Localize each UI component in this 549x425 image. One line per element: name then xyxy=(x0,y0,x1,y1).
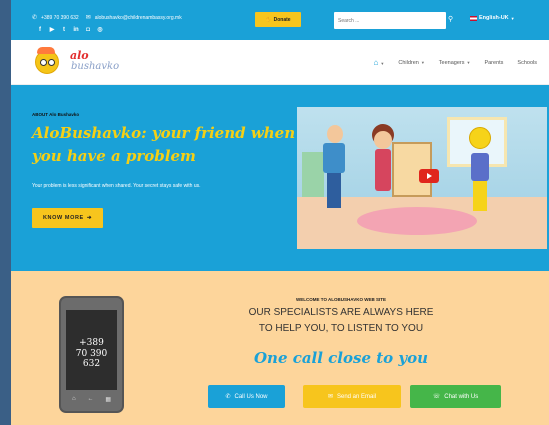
flag-icon xyxy=(470,15,477,21)
specialists-line2: TO HELP YOU, TO LISTEN TO YOU xyxy=(258,323,424,334)
flickr-icon[interactable]: ◎ xyxy=(97,27,103,33)
home-icon: ⌂ xyxy=(71,396,76,402)
send-email-label: Send an Email xyxy=(337,393,377,400)
language-label: English-UK xyxy=(479,15,509,21)
hero-title: AloBushavko: your friend when you have a… xyxy=(32,124,296,165)
facebook-icon[interactable]: f xyxy=(37,27,43,33)
nav-item-teenagers[interactable]: Teenagers ▼ xyxy=(439,60,471,66)
page-frame: ✆ +389 70 390 632 ✉ alobushavko@children… xyxy=(11,0,549,425)
hand-icon: ✋ xyxy=(265,16,272,23)
nav-label: Children xyxy=(398,59,419,66)
back-icon: ← xyxy=(87,396,94,402)
donate-label: Donate xyxy=(273,16,291,23)
know-more-button[interactable]: KNOW MORE ➔ xyxy=(32,208,103,228)
specialists-line1: OUR SPECIALISTS ARE ALWAYS HERE xyxy=(248,307,434,318)
phone-illustration: +389 70 390 632 ⌂ ← ▦ xyxy=(59,296,124,413)
nav-home[interactable]: ⌂ ▼ xyxy=(374,58,385,67)
character-boy-body xyxy=(323,143,345,173)
social-links: f ▶ t in ◘ ◎ xyxy=(37,27,103,33)
chat-button[interactable]: ☏ Chat with Us xyxy=(410,385,501,408)
apps-icon: ▦ xyxy=(105,397,112,403)
top-bar: ✆ +389 70 390 632 ✉ alobushavko@children… xyxy=(11,0,549,40)
video-scene-rug xyxy=(357,207,477,235)
call-us-label: Call Us Now xyxy=(234,393,268,400)
character-mascot-body xyxy=(471,153,489,181)
donate-button[interactable]: ✋ Donate xyxy=(255,12,301,27)
search-input[interactable] xyxy=(334,12,446,29)
phone-keys: ⌂ ← ▦ xyxy=(66,396,117,403)
site-logo[interactable]: alo bushavko xyxy=(35,46,145,80)
phone-number-line2: 70 390 632 xyxy=(75,349,108,369)
tagline: One call close to you xyxy=(253,349,429,367)
play-icon[interactable] xyxy=(419,169,439,183)
main-navbar: alo bushavko ⌂ ▼ Children ▼ Teenagers ▼ Par… xyxy=(11,40,549,85)
nav-item-schools[interactable]: Schools xyxy=(517,60,537,66)
phone-icon: ✆ xyxy=(225,394,231,400)
contact-section: +389 70 390 632 ⌂ ← ▦ WELCOME TO ALOBUSH… xyxy=(11,271,549,425)
arrow-right-icon: ➔ xyxy=(86,215,93,221)
linkedin-icon[interactable]: in xyxy=(73,27,79,33)
logo-hair xyxy=(37,47,55,54)
character-boy-head xyxy=(327,125,343,143)
chat-icon: ☏ xyxy=(432,394,441,400)
video-scene-shelf xyxy=(302,152,324,197)
know-more-label: KNOW MORE xyxy=(42,215,84,221)
email-link[interactable]: alobushavko@childrenambassy.org.mk xyxy=(95,15,182,21)
phone-number-line1: +389 xyxy=(79,338,104,348)
chat-label: Chat with Us xyxy=(444,393,479,400)
phone-screen: +389 70 390 632 xyxy=(66,310,117,390)
nav-item-parents[interactable]: Parents xyxy=(484,60,503,66)
twitter-icon[interactable]: t xyxy=(61,27,67,33)
phone-number[interactable]: +389 70 390 632 xyxy=(41,15,79,21)
welcome-eyebrow: WELCOME TO ALOBUSHAVKO WEB SITE xyxy=(296,297,386,302)
hero-section: ABOUT Alo Bushavko AloBushavko: your fri… xyxy=(11,85,549,271)
chevron-down-icon: ▼ xyxy=(466,59,471,65)
mail-icon: ✉ xyxy=(85,15,91,21)
character-mascot-head xyxy=(469,127,491,149)
chevron-down-icon: ▼ xyxy=(380,61,385,66)
search-icon[interactable]: ⚲ xyxy=(448,15,453,23)
caret-down-icon: ▼ xyxy=(510,15,515,21)
instagram-icon[interactable]: ◘ xyxy=(85,27,91,33)
phone-icon: ✆ xyxy=(32,15,38,21)
character-mascot-legs xyxy=(473,181,487,211)
youtube-icon[interactable]: ▶ xyxy=(49,27,55,33)
nav-item-children[interactable]: Children ▼ xyxy=(398,60,424,66)
contact-info: ✆ +389 70 390 632 ✉ alobushavko@children… xyxy=(32,15,182,21)
hero-text: Your problem is less significant when sh… xyxy=(32,183,201,189)
language-selector[interactable]: English-UK ▼ xyxy=(470,15,515,21)
nav-label: Teenagers xyxy=(438,59,465,66)
send-email-button[interactable]: ✉ Send an Email xyxy=(303,385,401,408)
call-us-button[interactable]: ✆ Call Us Now xyxy=(208,385,285,408)
logo-text-bottom: bushavko xyxy=(71,61,120,72)
character-girl-head xyxy=(374,131,392,149)
chevron-down-icon: ▼ xyxy=(420,59,425,65)
mail-icon: ✉ xyxy=(327,394,333,400)
character-girl-body xyxy=(375,149,391,191)
nav-menu: ⌂ ▼ Children ▼ Teenagers ▼ Parents Schools xyxy=(374,58,537,67)
character-boy-legs xyxy=(327,173,341,208)
home-icon: ⌂ xyxy=(373,58,379,67)
hero-eyebrow: ABOUT Alo Bushavko xyxy=(32,112,80,117)
video-player[interactable] xyxy=(297,107,547,249)
